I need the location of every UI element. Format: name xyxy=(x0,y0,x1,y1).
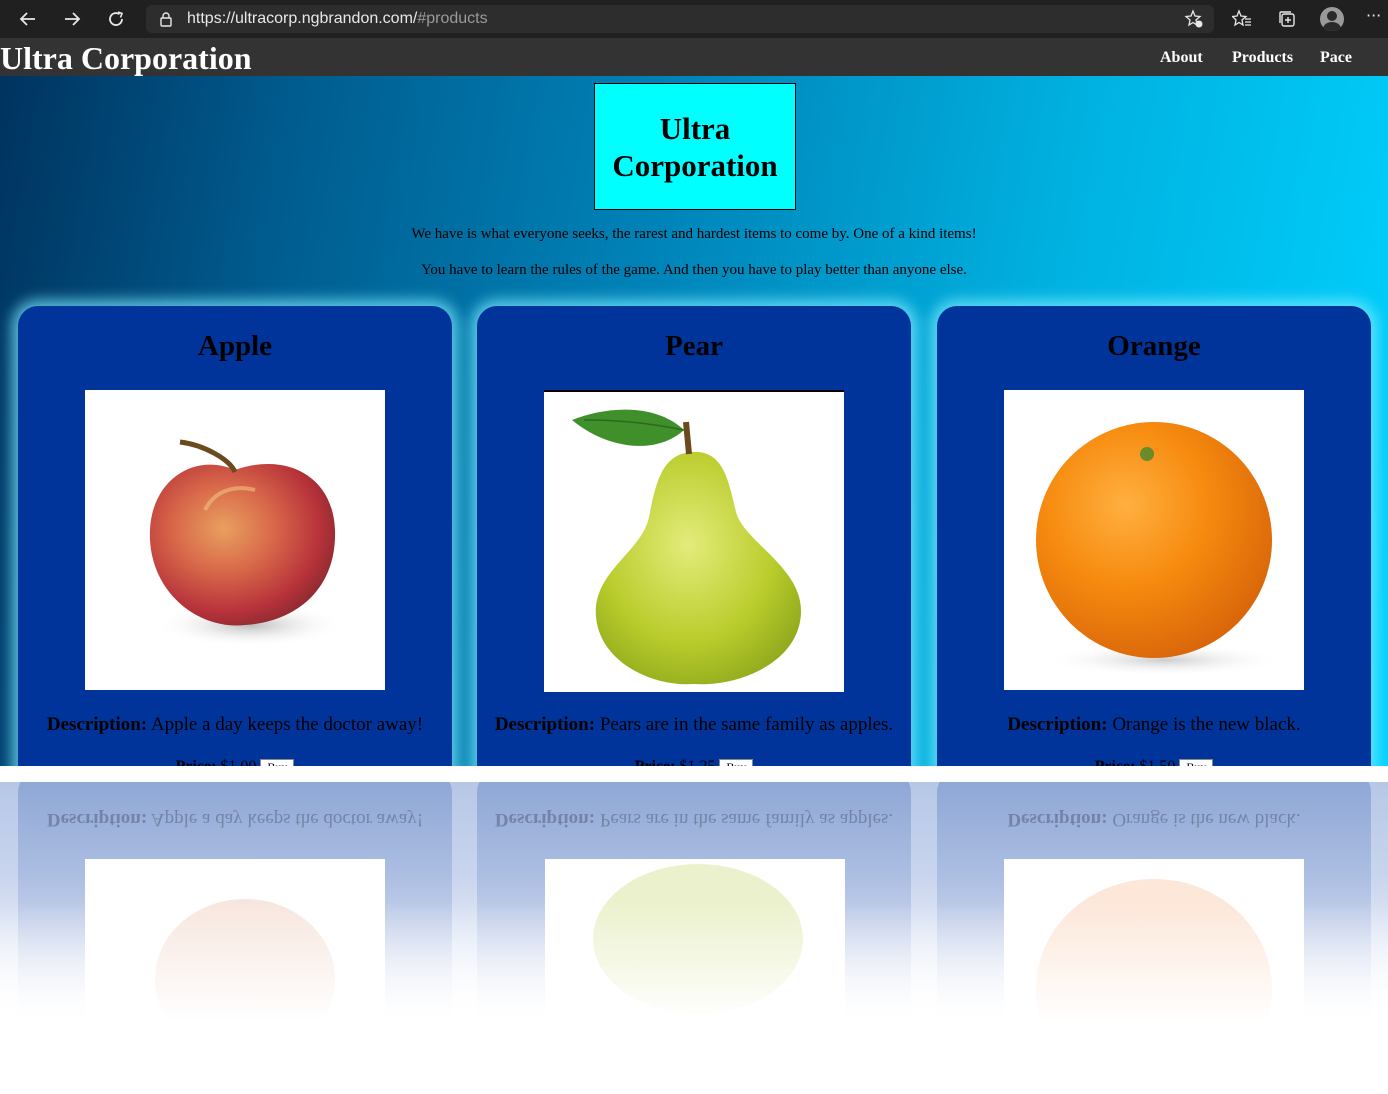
reflection-description: Description: Apple a day keeps the docto… xyxy=(46,809,424,830)
nav-products[interactable]: Products xyxy=(1232,49,1293,67)
lock-icon xyxy=(160,12,172,27)
product-name: Orange xyxy=(1107,330,1201,362)
nav-about[interactable]: About xyxy=(1160,49,1203,67)
back-arrow-icon xyxy=(19,12,35,26)
products-section: Ultra Corporation We have is what everyo… xyxy=(0,76,1388,826)
apple-image xyxy=(85,390,385,690)
divider-strip xyxy=(0,766,1388,782)
back-button[interactable] xyxy=(8,0,48,38)
profile-avatar[interactable] xyxy=(1320,7,1344,31)
site-header: Ultra Corporation About Products Pace xyxy=(0,38,1388,76)
orange-image xyxy=(1004,390,1304,690)
more-menu-icon[interactable]: ··· xyxy=(1366,6,1381,25)
address-bar[interactable]: https://ultracorp.ngbrandon.com/#product… xyxy=(146,5,1214,33)
collections-button[interactable] xyxy=(1276,8,1298,30)
logo-line-2: Corporation xyxy=(612,147,778,183)
logo-box: Ultra Corporation xyxy=(594,83,796,210)
reflection-fade xyxy=(0,902,1388,1094)
tagline-1: We have is what everyone seeks, the rare… xyxy=(411,226,977,242)
product-description: Description: Apple a day keeps the docto… xyxy=(46,714,424,735)
product-description: Description: Orange is the new black. xyxy=(1007,714,1301,735)
add-favorite-icon[interactable] xyxy=(1184,9,1204,29)
pear-image xyxy=(544,390,844,692)
favorites-button[interactable] xyxy=(1231,8,1253,30)
product-name: Pear xyxy=(665,330,723,362)
logo-text: Ultra Corporation xyxy=(600,110,790,184)
url-host: https://ultracorp.ngbrandon.com/ xyxy=(187,10,418,27)
collections-icon xyxy=(1279,11,1295,27)
logo-line-1: Ultra xyxy=(659,110,731,146)
tagline-2: You have to learn the rules of the game.… xyxy=(421,262,967,278)
product-name: Apple xyxy=(197,330,273,362)
reload-icon xyxy=(109,11,124,26)
browser-toolbar: https://ultracorp.ngbrandon.com/#product… xyxy=(0,0,1388,38)
forward-arrow-icon xyxy=(65,12,81,26)
site-title: Ultra Corporation xyxy=(0,40,252,76)
reload-button[interactable] xyxy=(96,0,136,38)
reflection-description: Description: Pears are in the same famil… xyxy=(494,809,894,830)
cards-reflection: Description: Apple a day keeps the docto… xyxy=(0,782,1388,1094)
forward-button[interactable] xyxy=(52,0,92,38)
product-description: Description: Pears are in the same famil… xyxy=(494,714,894,735)
favorites-icon xyxy=(1232,9,1251,27)
reflection-description: Description: Orange is the new black. xyxy=(1007,809,1301,830)
product-card-apple: Apple Description: Apple a day keeps the… xyxy=(18,306,452,826)
product-card-orange: Orange Description: Orange is the new bl… xyxy=(937,306,1371,826)
nav-pace[interactable]: Pace xyxy=(1320,49,1352,67)
url-hash: #products xyxy=(417,10,488,27)
product-card-pear: Pear Description: Pears are in the same … xyxy=(477,306,911,826)
